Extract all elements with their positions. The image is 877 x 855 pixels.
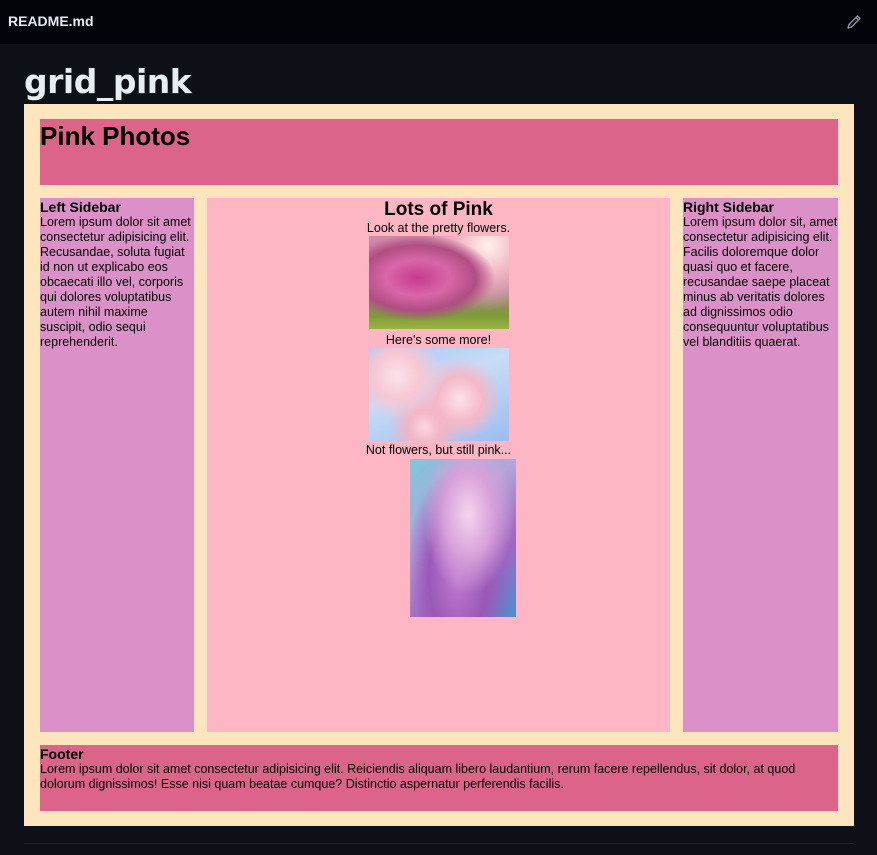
page-footer: Footer Lorem ipsum dolor sit amet consec…	[40, 745, 838, 811]
pink-crystal-photo	[410, 459, 516, 617]
grid-container: Pink Photos Left Sidebar Lorem ipsum dol…	[24, 104, 854, 826]
right-sidebar: Right Sidebar Lorem ipsum dolor sit, ame…	[683, 198, 838, 732]
left-sidebar-text: Lorem ipsum dolor sit amet consectetur a…	[40, 215, 191, 349]
footer-text: Lorem ipsum dolor sit amet consectetur a…	[40, 762, 796, 791]
header-title: Pink Photos	[40, 121, 191, 151]
divider	[24, 843, 854, 844]
main-content: Lots of Pink Look at the pretty flowers.…	[207, 198, 670, 732]
left-sidebar-title: Left Sidebar	[40, 199, 121, 215]
file-name: README.md	[8, 13, 94, 29]
caption-not-flowers: Not flowers, but still pink...	[365, 443, 512, 457]
page-header: Pink Photos	[40, 119, 838, 185]
caption-more: Here's some more!	[385, 333, 492, 347]
pencil-icon	[847, 15, 861, 29]
readme-title: grid_pink	[24, 62, 192, 101]
pink-flowers-photo	[369, 236, 509, 329]
right-sidebar-title: Right Sidebar	[683, 199, 775, 215]
footer-title: Footer	[40, 746, 84, 762]
file-header: README.md	[0, 0, 877, 44]
caption-flowers: Look at the pretty flowers.	[366, 221, 511, 235]
edit-file-button[interactable]	[843, 11, 865, 33]
left-sidebar: Left Sidebar Lorem ipsum dolor sit amet …	[40, 198, 194, 732]
main-title: Lots of Pink	[384, 199, 493, 220]
cherry-blossom-photo	[369, 348, 509, 441]
right-sidebar-text: Lorem ipsum dolor sit, amet consectetur …	[683, 215, 838, 349]
